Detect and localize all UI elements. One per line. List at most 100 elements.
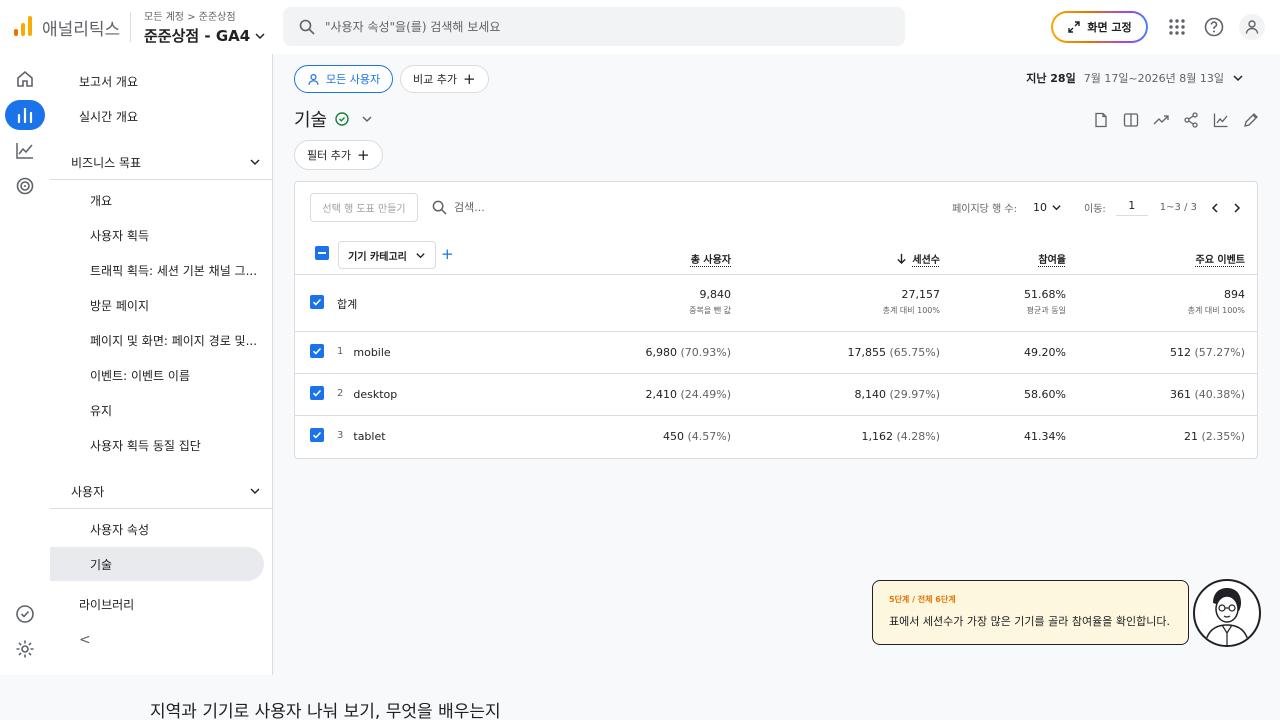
row-name[interactable]: tablet <box>353 430 385 443</box>
chevron-down-icon <box>1233 75 1243 82</box>
apps-icon[interactable] <box>1164 14 1190 40</box>
edit-icon[interactable] <box>1241 110 1261 130</box>
line-chart-icon[interactable] <box>1211 110 1231 130</box>
row-checkbox[interactable] <box>310 344 324 358</box>
nav-panel: 보고서 개요 실시간 개요 비즈니스 목표 개요 사용자 획득 트래픽 획득: … <box>50 54 273 675</box>
nav-report-overview[interactable]: 보고서 개요 <box>50 64 264 98</box>
row-users-value: 6,980 <box>645 346 677 359</box>
nav-item-retention[interactable]: 유지 <box>50 393 264 427</box>
account-avatar[interactable] <box>1239 14 1265 40</box>
nav-item-user-attributes[interactable]: 사용자 속성 <box>50 512 264 546</box>
total-sessions-cell: 27,157 총계 대비 100% <box>883 288 940 316</box>
home-icon[interactable] <box>5 64 45 94</box>
row-sessions-value: 8,140 <box>854 388 886 401</box>
check-circle-icon[interactable] <box>5 599 45 629</box>
plus-icon: + <box>356 146 370 164</box>
plus-icon: + <box>462 70 476 88</box>
chevron-down-icon <box>255 32 265 39</box>
fix-screen-label: 화면 고정 <box>1087 21 1132 34</box>
analytics-logo[interactable] <box>14 16 32 36</box>
row-checkbox[interactable] <box>310 386 324 400</box>
help-icon[interactable] <box>1201 14 1227 40</box>
row-checkbox[interactable] <box>310 428 324 442</box>
select-all-checkbox[interactable] <box>315 246 329 260</box>
nav-item-landing-page[interactable]: 방문 페이지 <box>50 288 264 322</box>
person-icon <box>308 73 319 85</box>
nav-item-traffic-acquisition[interactable]: 트래픽 획득: 세션 기본 채널 그... <box>50 253 264 287</box>
nav-item-tech[interactable]: 기술 <box>50 547 264 581</box>
fix-screen-button[interactable]: 화면 고정 <box>1051 11 1148 43</box>
report-table-card: 선택 행 도표 만들기 검색... 페이지당 행 수: 10 이동: 1 1~3… <box>294 181 1258 459</box>
nav-item-events[interactable]: 이벤트: 이벤트 이름 <box>50 358 264 392</box>
date-range-picker[interactable]: 지난 28일 7월 17일~2026년 8월 13일 <box>1026 70 1244 86</box>
row-sessions: 8,140 (29.97%) <box>854 388 940 401</box>
chevron-left-icon[interactable] <box>1209 202 1221 214</box>
search-input[interactable] <box>325 19 885 34</box>
nav-item-cohort[interactable]: 사용자 획득 동질 집단 <box>50 428 264 462</box>
row-index: 2 <box>337 388 344 399</box>
breadcrumb-property[interactable]: 준준상점 <box>199 12 236 23</box>
make-chart-button[interactable]: 선택 행 도표 만들기 <box>310 193 418 222</box>
row-name[interactable]: desktop <box>353 388 397 401</box>
explore-icon[interactable] <box>5 135 45 165</box>
row-sessions-value: 17,855 <box>847 346 886 359</box>
column-header-sessions[interactable]: 세션수 <box>896 251 940 266</box>
nav-section-user[interactable]: 사용자 <box>50 474 273 508</box>
person-icon <box>1245 20 1259 34</box>
share-icon[interactable] <box>1181 110 1201 130</box>
document-icon[interactable] <box>1091 110 1111 130</box>
column-header-engagement[interactable]: 참여율 <box>1038 251 1066 266</box>
page-range: 1~3 / 3 <box>1159 202 1197 213</box>
row-name[interactable]: mobile <box>353 346 390 359</box>
column-header-key-events[interactable]: 주요 이벤트 <box>1196 251 1245 266</box>
rows-per-page-select[interactable]: 10 <box>1033 201 1047 214</box>
row-users: 6,980 (70.93%) <box>645 346 731 359</box>
gear-icon[interactable] <box>5 634 45 664</box>
expand-icon <box>1068 21 1081 33</box>
breadcrumb-account[interactable]: 모든 계정 <box>144 12 184 23</box>
reports-icon[interactable] <box>5 100 45 130</box>
add-filter-button[interactable]: 필터 추가 + <box>294 140 383 170</box>
row-sessions-pct: (4.28%) <box>896 430 940 443</box>
total-sessions: 27,157 <box>901 288 941 301</box>
nav-item-overview[interactable]: 개요 <box>50 183 264 217</box>
table-search[interactable]: 검색... <box>432 199 485 215</box>
nav-section-business[interactable]: 비즈니스 목표 <box>50 145 273 179</box>
arrow-down-icon <box>897 253 907 264</box>
collapse-nav-button[interactable]: < <box>50 623 264 657</box>
advertising-icon[interactable] <box>5 171 45 201</box>
total-checkbox[interactable] <box>310 295 324 309</box>
search-icon <box>432 200 447 215</box>
top-bar: 애널리틱스 모든 계정 > 준준상점 준준상점 - GA4 화면 고정 <box>0 0 1280 54</box>
search-bar[interactable] <box>283 7 905 46</box>
goto-page-input[interactable]: 1 <box>1115 199 1148 216</box>
row-users-pct: (4.57%) <box>687 430 731 443</box>
row-events-value: 512 <box>1169 346 1191 359</box>
nav-item-pages-screens[interactable]: 페이지 및 화면: 페이지 경로 및... <box>50 323 264 357</box>
column-header-users[interactable]: 총 사용자 <box>691 251 731 266</box>
total-label: 합계 <box>337 296 357 312</box>
chevron-down-icon[interactable] <box>1051 202 1062 213</box>
add-comparison-button[interactable]: 비교 추가 + <box>400 65 489 93</box>
chevron-down-icon[interactable] <box>361 113 373 125</box>
breadcrumb[interactable]: 모든 계정 > 준준상점 <box>144 8 236 23</box>
left-rail <box>0 54 50 675</box>
date-range: 7월 17일~2026년 8월 13일 <box>1083 72 1224 85</box>
total-users-cell: 9,840 중복을 뺀 값 <box>689 288 731 316</box>
chevron-right-icon[interactable] <box>1231 202 1243 214</box>
all-users-chip[interactable]: 모든 사용자 <box>294 65 394 93</box>
filter-label: 필터 추가 <box>307 149 351 162</box>
insights-icon[interactable] <box>1151 110 1171 130</box>
compare-view-icon[interactable] <box>1121 110 1141 130</box>
row-engagement: 58.60% <box>1024 388 1066 401</box>
row-sessions-pct: (65.75%) <box>889 346 940 359</box>
table-row[interactable]: 3 tablet 450 (4.57%) 1,162 (4.28%) 41.34%… <box>295 416 1257 458</box>
table-row[interactable]: 2 desktop 2,410 (24.49%) 8,140 (29.97%) 5… <box>295 374 1257 416</box>
nav-library[interactable]: 라이브러리 <box>50 587 264 621</box>
nav-realtime[interactable]: 실시간 개요 <box>50 99 264 133</box>
dimension-selector[interactable]: 기기 카테고리 <box>338 241 436 269</box>
nav-item-user-acquisition[interactable]: 사용자 획득 <box>50 218 264 252</box>
table-row[interactable]: 1 mobile 6,980 (70.93%) 17,855 (65.75%) 4… <box>295 332 1257 374</box>
add-dimension-button[interactable]: + <box>441 245 454 263</box>
property-selector[interactable]: 준준상점 - GA4 <box>144 25 266 46</box>
